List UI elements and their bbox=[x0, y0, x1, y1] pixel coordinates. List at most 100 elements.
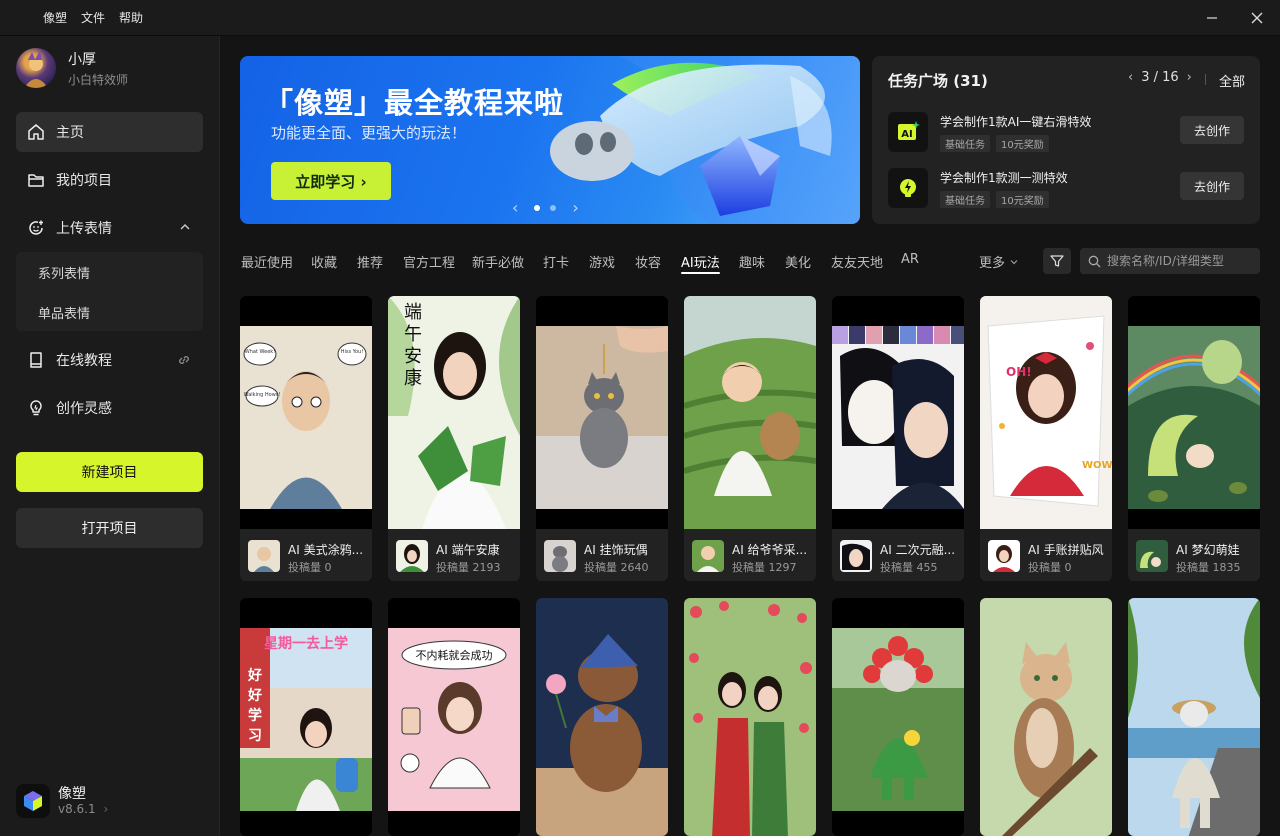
cat-keychain-image bbox=[536, 326, 668, 509]
card-thumbnail: 不内耗就会成功 bbox=[388, 598, 520, 836]
go-create-button[interactable]: 去创作 bbox=[1180, 116, 1244, 144]
effect-card[interactable]: AI 给爷爷采... 投稿量 1297 bbox=[684, 296, 816, 581]
tab-favorites[interactable]: 收藏 bbox=[311, 252, 337, 271]
avatar-image bbox=[24, 51, 48, 88]
tab-checkin[interactable]: 打卡 bbox=[543, 252, 569, 271]
tab-beautify[interactable]: 美化 bbox=[785, 252, 811, 271]
task-tag: 基础任务 bbox=[940, 191, 990, 208]
nav-upload-label: 上传表情 bbox=[56, 221, 112, 237]
chevron-left-icon[interactable]: ‹ bbox=[512, 198, 518, 217]
nav-tutorial[interactable]: 在线教程 bbox=[16, 340, 203, 380]
effect-card[interactable]: 星期一去上学 好 好 学 习 bbox=[240, 598, 372, 836]
tab-ai-play[interactable]: AI玩法 bbox=[681, 252, 720, 274]
tab-ar[interactable]: AR bbox=[901, 252, 919, 267]
nav-inspiration[interactable]: 创作灵感 bbox=[16, 388, 203, 428]
tab-fun[interactable]: 趣味 bbox=[739, 252, 765, 271]
effect-card[interactable]: 端 午 安 康 AI 端午安康 投稿量 2193 bbox=[388, 296, 520, 581]
effect-card[interactable]: AI 梦幻萌娃 投稿量 1835 bbox=[1128, 296, 1260, 581]
svg-text:午: 午 bbox=[404, 324, 422, 345]
open-project-button[interactable]: 打开项目 bbox=[16, 508, 203, 548]
effect-card[interactable]: AI 挂饰玩偶 投稿量 2640 bbox=[536, 296, 668, 581]
tab-recent[interactable]: 最近使用 bbox=[241, 252, 293, 271]
tab-recommended[interactable]: 推荐 bbox=[357, 252, 383, 271]
app-version[interactable]: v8.6.1 › bbox=[58, 802, 108, 816]
card-title: AI 给爷爷采... bbox=[732, 543, 808, 557]
lightbulb-icon bbox=[16, 399, 56, 417]
svg-text:康: 康 bbox=[404, 368, 422, 389]
effect-card[interactable]: AI 二次元融... 投稿量 455 bbox=[832, 296, 964, 581]
chevron-right-icon: › bbox=[103, 802, 109, 816]
new-project-button[interactable]: 新建项目 bbox=[16, 452, 203, 492]
nav-single-stickers[interactable]: 单品表情 bbox=[38, 303, 90, 322]
filter-icon bbox=[1050, 255, 1064, 267]
task-tags: 基础任务 10元奖励 bbox=[940, 191, 1049, 208]
task-all-link[interactable]: 全部 bbox=[1219, 71, 1245, 90]
banner-carousel-nav: ‹ › bbox=[512, 198, 579, 217]
svg-text:学: 学 bbox=[248, 707, 262, 724]
tab-beginner[interactable]: 新手必做 bbox=[472, 252, 524, 271]
effect-card[interactable]: What Week! Hiss You! Walking Hows! AI 美式… bbox=[240, 296, 372, 581]
task-page-indicator: 3 / 16 bbox=[1141, 70, 1179, 85]
card-thumbnail bbox=[536, 296, 668, 529]
nav-home-label: 主页 bbox=[56, 125, 84, 141]
effect-card[interactable]: OH! WOW AI 手账拼贴风 投稿量 0 bbox=[980, 296, 1112, 581]
tab-official[interactable]: 官方工程 bbox=[403, 252, 455, 271]
menu-file[interactable]: 文件 bbox=[74, 0, 112, 36]
card-avatar bbox=[248, 540, 280, 572]
svg-text:好: 好 bbox=[247, 687, 262, 704]
search-input[interactable] bbox=[1107, 254, 1247, 268]
tutorial-banner[interactable]: 「像塑」最全教程来啦 功能更全面、更强大的玩法！ 立即学习 › ‹ › bbox=[240, 56, 860, 224]
more-dropdown[interactable]: 更多 bbox=[979, 252, 1019, 271]
chevron-right-icon[interactable]: › bbox=[572, 198, 578, 217]
close-icon bbox=[1251, 12, 1263, 24]
task-item: 学会制作1款测一测特效 基础任务 10元奖励 去创作 bbox=[888, 168, 1244, 208]
effect-card[interactable] bbox=[536, 598, 668, 836]
bird-cat-image bbox=[980, 598, 1112, 836]
chevron-left-icon[interactable]: ‹ bbox=[1128, 70, 1133, 85]
menu-help[interactable]: 帮助 bbox=[112, 0, 150, 36]
carousel-dot[interactable] bbox=[534, 204, 541, 211]
chevron-down-icon bbox=[1010, 259, 1018, 264]
card-title: AI 端午安康 bbox=[436, 543, 500, 557]
tab-friends[interactable]: 友友天地 bbox=[831, 252, 883, 271]
effect-card[interactable]: 不内耗就会成功 bbox=[388, 598, 520, 836]
learn-now-button[interactable]: 立即学习 › bbox=[271, 162, 391, 200]
nav-projects[interactable]: 我的项目 bbox=[16, 160, 203, 200]
menu-bar: 像塑 文件 帮助 bbox=[36, 0, 150, 36]
nav-tutorial-label: 在线教程 bbox=[56, 353, 112, 369]
effect-card[interactable] bbox=[1128, 598, 1260, 836]
banner-subtitle: 功能更全面、更强大的玩法！ bbox=[271, 124, 467, 142]
minimize-icon bbox=[1207, 17, 1217, 19]
speech-bubble-text: Walking Hows! bbox=[244, 392, 281, 398]
menu-app[interactable]: 像塑 bbox=[36, 0, 74, 36]
effect-card[interactable] bbox=[832, 598, 964, 836]
avatar[interactable] bbox=[16, 48, 56, 88]
speech-bubble-text: Hiss You! bbox=[341, 349, 364, 355]
carousel-dot[interactable] bbox=[550, 204, 557, 211]
book-icon bbox=[16, 351, 56, 369]
sidebar: 小厚 小白特效师 主页 我的项目 上传表情 系列表情 单品表情 在线教程 创作灵… bbox=[0, 36, 220, 836]
go-create-button[interactable]: 去创作 bbox=[1180, 172, 1244, 200]
duanwu-vertical-text: 端 bbox=[404, 302, 422, 323]
banner-title: 「像塑」最全教程来啦 bbox=[264, 86, 565, 120]
user-name[interactable]: 小厚 bbox=[68, 49, 96, 69]
effect-card[interactable] bbox=[980, 598, 1112, 836]
effect-card[interactable] bbox=[684, 598, 816, 836]
filter-button[interactable] bbox=[1043, 248, 1071, 274]
close-button[interactable] bbox=[1239, 0, 1275, 36]
tab-games[interactable]: 游戏 bbox=[589, 252, 615, 271]
chevron-right-icon[interactable]: › bbox=[1187, 70, 1192, 85]
nav-upload[interactable]: 上传表情 bbox=[16, 208, 203, 248]
nav-inspiration-label: 创作灵感 bbox=[56, 401, 112, 417]
search-box[interactable] bbox=[1080, 248, 1260, 274]
nav-home[interactable]: 主页 bbox=[16, 112, 203, 152]
tab-makeup[interactable]: 妆容 bbox=[635, 252, 661, 271]
card-submissions: 投稿量 2640 bbox=[584, 561, 649, 574]
chevron-up-icon[interactable] bbox=[179, 221, 191, 237]
card-submissions: 投稿量 1835 bbox=[1176, 561, 1241, 574]
nav-series-stickers[interactable]: 系列表情 bbox=[38, 263, 90, 282]
card-thumbnail bbox=[684, 598, 816, 836]
minimize-button[interactable] bbox=[1194, 0, 1230, 36]
nav-projects-label: 我的项目 bbox=[56, 173, 112, 189]
speech-bubble-text: What Week! bbox=[245, 349, 275, 355]
